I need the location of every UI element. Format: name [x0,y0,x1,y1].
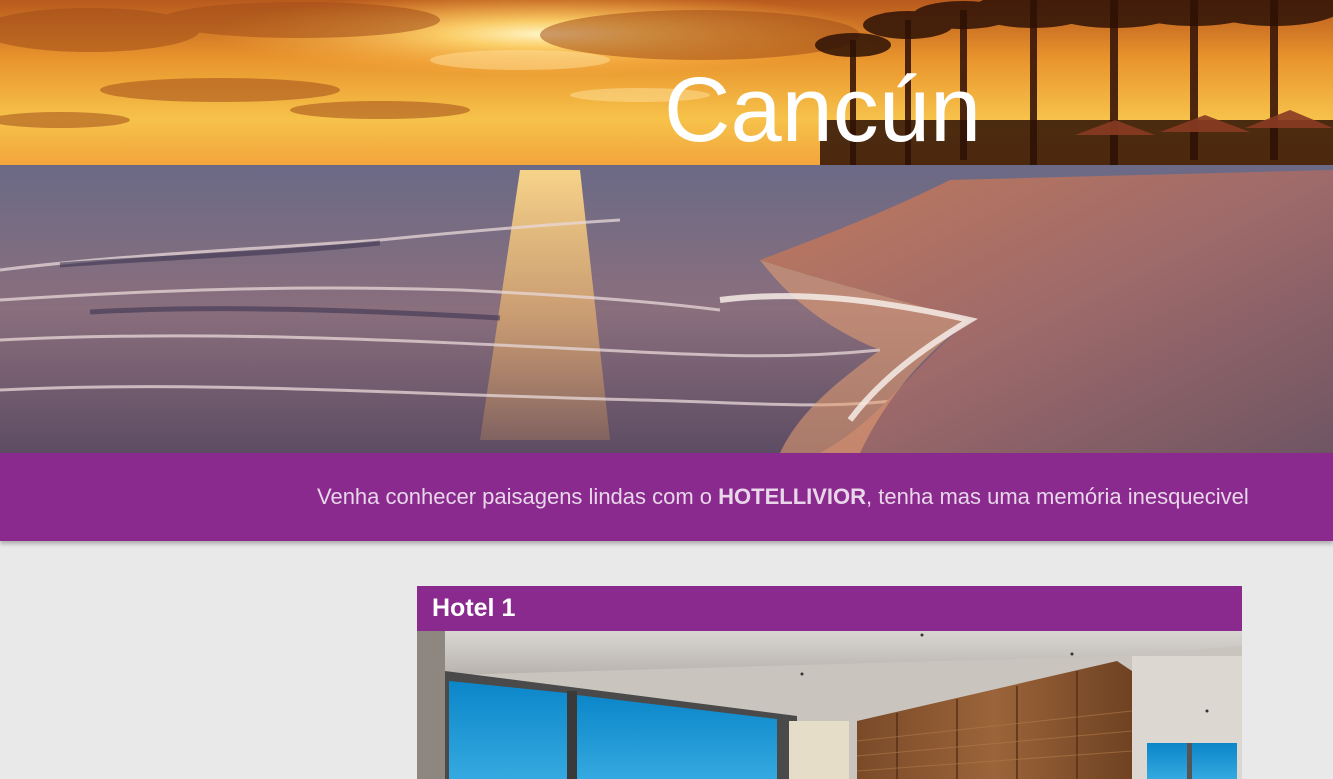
tagline-brand: HOTELLIVIOR [718,484,867,509]
tagline-text: Venha conhecer paisagens lindas com o HO… [317,484,1249,510]
hotel-card-image-wrapper [417,631,1242,779]
tagline-part-2: , tenha mas uma memória inesquecivel [866,484,1249,509]
hotel-card[interactable]: Hotel 1 [417,586,1242,779]
hotel-card-title: Hotel 1 [417,586,1242,631]
hero-section: Cancún [0,0,1333,453]
tagline-part-1: Venha conhecer paisagens lindas com o [317,484,719,509]
page-title: Cancún [664,59,982,161]
hotel-room-image [417,631,1242,779]
tagline-banner: Venha conhecer paisagens lindas com o HO… [0,453,1333,541]
